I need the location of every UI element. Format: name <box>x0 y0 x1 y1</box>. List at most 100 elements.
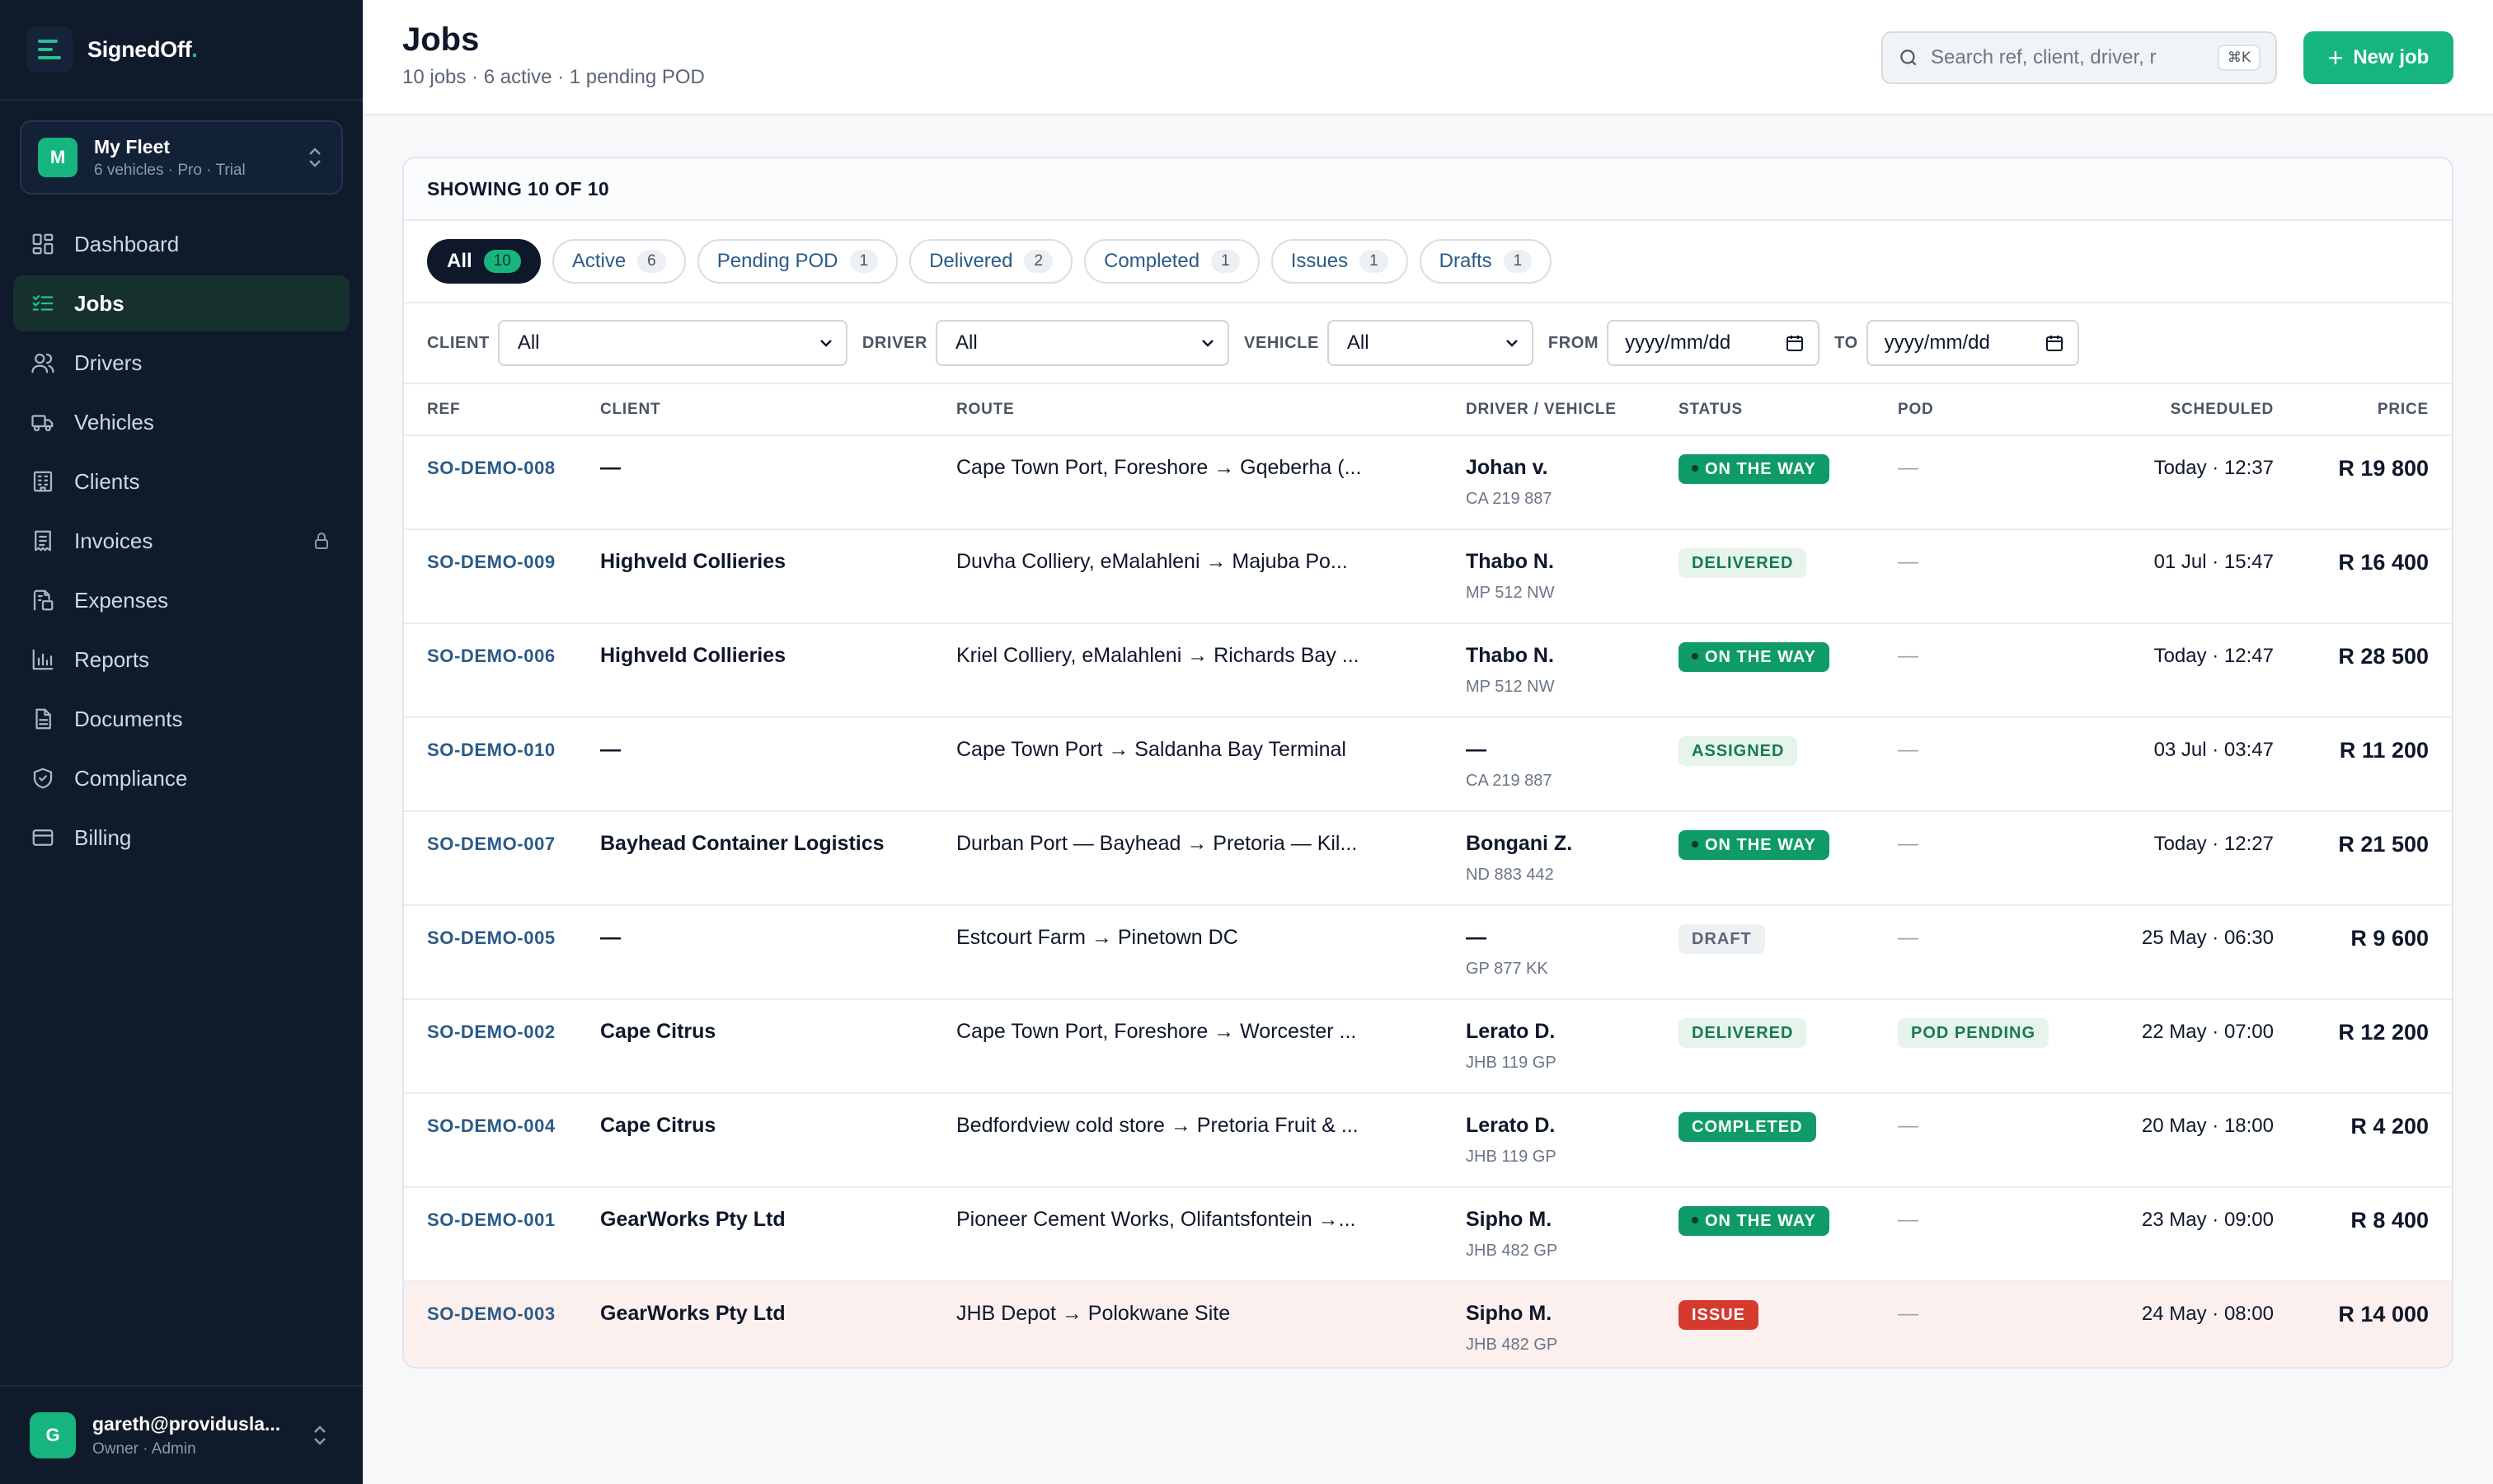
status-badge: COMPLETED <box>1678 1112 1816 1142</box>
chevron-up-down-icon <box>309 148 321 167</box>
col-route[interactable]: ROUTE <box>956 384 1466 436</box>
col-driver-vehicle[interactable]: DRIVER / VEHICLE <box>1466 384 1678 436</box>
sidebar-item-dashboard[interactable]: Dashboard <box>13 216 350 272</box>
job-ref-link[interactable]: SO-DEMO-010 <box>427 740 556 760</box>
sidebar-item-label: Reports <box>74 646 150 672</box>
table-row[interactable]: SO-DEMO-002 Cape Citrus Cape Town Port, Fo… <box>404 999 2452 1094</box>
job-price: R 4 200 <box>2350 1114 2429 1139</box>
sidebar-item-compliance[interactable]: Compliance <box>13 750 350 806</box>
job-ref-link[interactable]: SO-DEMO-001 <box>427 1209 556 1230</box>
sidebar-item-drivers[interactable]: Drivers <box>13 335 350 391</box>
table-row[interactable]: SO-DEMO-008 — Cape Town Port, Foreshore → … <box>404 435 2452 530</box>
col-ref[interactable]: REF <box>404 384 600 436</box>
pod-empty: — <box>1898 1208 1918 1231</box>
tab-issues[interactable]: Issues 1 <box>1270 239 1408 284</box>
to-date-input[interactable]: yyyy/mm/dd <box>1866 320 2079 366</box>
sidebar-item-invoices[interactable]: Invoices <box>13 513 350 569</box>
job-ref-link[interactable]: SO-DEMO-003 <box>427 1303 556 1324</box>
job-route: Cape Town Port → Saldanha Bay Terminal <box>956 738 1346 761</box>
vehicle-filter-label: VEHICLE <box>1244 333 1319 352</box>
job-scheduled: 24 May · 08:00 <box>2141 1303 2274 1325</box>
page-title: Jobs <box>402 21 480 58</box>
from-date-input[interactable]: yyyy/mm/dd <box>1607 320 1820 366</box>
new-job-button[interactable]: + New job <box>2303 31 2453 84</box>
job-driver: Lerato D. <box>1466 1114 1556 1137</box>
job-scheduled: 03 Jul · 03:47 <box>2153 739 2274 761</box>
driver-filter-select[interactable]: All <box>936 320 1229 366</box>
table-row[interactable]: SO-DEMO-007 Bayhead Container Logistics Du… <box>404 811 2452 906</box>
job-ref-link[interactable]: SO-DEMO-006 <box>427 646 556 666</box>
sidebar-item-documents[interactable]: Documents <box>13 691 350 747</box>
sidebar-item-expenses[interactable]: Expenses <box>13 572 350 628</box>
job-vehicle-reg: MP 512 NW <box>1466 584 1555 602</box>
job-client: — <box>600 926 621 949</box>
user-menu[interactable]: G gareth@providusla... Owner · Admin <box>0 1385 363 1484</box>
job-ref-link[interactable]: SO-DEMO-008 <box>427 458 556 478</box>
pod-empty: — <box>1898 926 1918 949</box>
table-row[interactable]: SO-DEMO-001 GearWorks Pty Ltd Pioneer Ceme… <box>404 1187 2452 1282</box>
status-badge: ON THE WAY <box>1678 830 1829 860</box>
sidebar-item-billing[interactable]: Billing <box>13 810 350 866</box>
pod-empty: — <box>1898 738 1918 761</box>
job-driver: Thabo N. <box>1466 644 1554 667</box>
job-ref-link[interactable]: SO-DEMO-004 <box>427 1115 556 1136</box>
tab-pending-pod[interactable]: Pending POD 1 <box>697 239 899 284</box>
job-route: Bedfordview cold store → Pretoria Fruit … <box>956 1114 1359 1137</box>
tab-all[interactable]: All 10 <box>427 239 541 284</box>
calendar-icon[interactable] <box>2045 333 2064 353</box>
job-ref-link[interactable]: SO-DEMO-009 <box>427 552 556 572</box>
table-row[interactable]: SO-DEMO-003 GearWorks Pty Ltd JHB Depot → … <box>404 1281 2452 1367</box>
table-row[interactable]: SO-DEMO-005 — Estcourt Farm → Pinetown DC —… <box>404 905 2452 1000</box>
sidebar-item-clients[interactable]: Clients <box>13 453 350 510</box>
sidebar-item-label: Jobs <box>74 290 124 316</box>
job-scheduled: Today · 12:47 <box>2153 645 2274 667</box>
table-row[interactable]: SO-DEMO-006 Highveld Collieries Kriel Coll… <box>404 623 2452 718</box>
job-ref-link[interactable]: SO-DEMO-002 <box>427 1021 556 1042</box>
tab-count-badge: 6 <box>637 250 666 273</box>
sidebar: SignedOff. M My Fleet 6 vehicles · Pro ·… <box>0 0 363 1484</box>
vehicle-filter-select[interactable]: All <box>1326 320 1533 366</box>
job-vehicle-reg: ND 883 442 <box>1466 866 1554 884</box>
job-price: R 11 200 <box>2339 738 2429 763</box>
reports-icon <box>30 646 56 673</box>
table-row[interactable]: SO-DEMO-009 Highveld Collieries Duvha Coll… <box>404 529 2452 624</box>
job-price: R 12 200 <box>2338 1020 2429 1045</box>
sidebar-item-jobs[interactable]: Jobs <box>13 275 350 331</box>
job-client: — <box>600 456 621 479</box>
col-status[interactable]: STATUS <box>1678 384 1898 436</box>
tab-label: Active <box>571 250 627 272</box>
jobs-card: SHOWING 10 OF 10 All 10 Active 6 Pending POD… <box>402 157 2453 1369</box>
table-row[interactable]: SO-DEMO-010 — Cape Town Port → Saldanha Ba… <box>404 717 2452 812</box>
sidebar-item-label: Documents <box>74 706 183 731</box>
job-vehicle-reg: CA 219 887 <box>1466 772 1552 790</box>
col-client[interactable]: CLIENT <box>600 384 956 436</box>
brand[interactable]: SignedOff. <box>0 0 363 101</box>
job-scheduled: 20 May · 18:00 <box>2141 1115 2274 1137</box>
search-box[interactable]: ⌘K <box>1881 31 2277 84</box>
col-pod[interactable]: POD <box>1898 384 2087 436</box>
sidebar-item-vehicles[interactable]: Vehicles <box>13 394 350 450</box>
table-row[interactable]: SO-DEMO-004 Cape Citrus Bedfordview cold s… <box>404 1093 2452 1188</box>
tab-drafts[interactable]: Drafts 1 <box>1419 239 1552 284</box>
drivers-icon <box>30 350 56 376</box>
job-route: Cape Town Port, Foreshore → Gqeberha (..… <box>956 456 1362 479</box>
tab-active[interactable]: Active 6 <box>552 239 686 284</box>
job-scheduled: 22 May · 07:00 <box>2141 1021 2274 1043</box>
search-input[interactable] <box>1931 46 2218 69</box>
job-route: Pioneer Cement Works, Olifantsfontein →.… <box>956 1208 1356 1231</box>
job-ref-link[interactable]: SO-DEMO-007 <box>427 834 556 854</box>
calendar-icon[interactable] <box>1785 333 1805 353</box>
status-badge: ASSIGNED <box>1678 736 1798 766</box>
tab-count-badge: 1 <box>1359 250 1388 273</box>
clients-icon <box>30 468 56 495</box>
job-ref-link[interactable]: SO-DEMO-005 <box>427 928 556 948</box>
sidebar-item-reports[interactable]: Reports <box>13 632 350 688</box>
tab-count-badge: 1 <box>1503 250 1533 273</box>
fleet-switcher[interactable]: M My Fleet 6 vehicles · Pro · Trial <box>20 120 343 195</box>
col-price[interactable]: PRICE <box>2274 384 2452 436</box>
client-filter-select[interactable]: All <box>497 320 847 366</box>
col-scheduled[interactable]: SCHEDULED <box>2087 384 2274 436</box>
tab-label: Pending POD <box>716 250 838 272</box>
tab-completed[interactable]: Completed 1 <box>1084 239 1260 284</box>
tab-delivered[interactable]: Delivered 2 <box>909 239 1073 284</box>
